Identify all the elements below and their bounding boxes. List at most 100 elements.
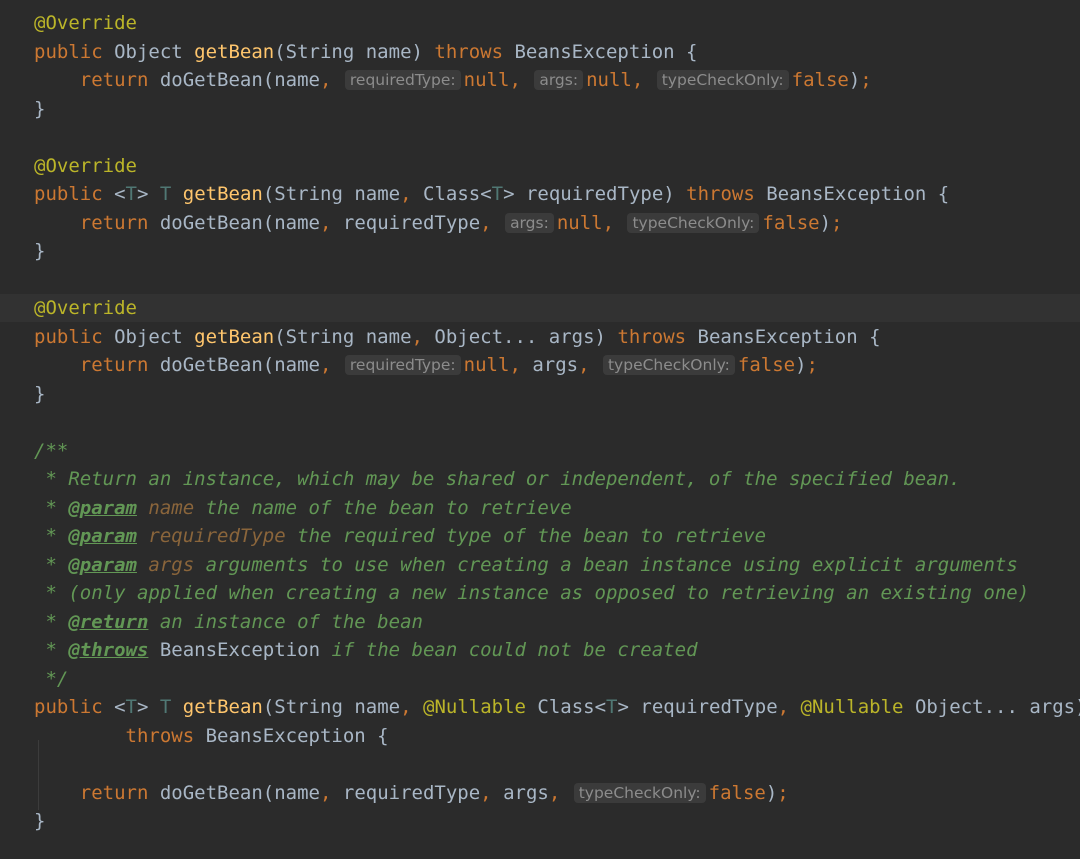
code-line[interactable]: @Override [0, 294, 1080, 322]
code-line[interactable]: return doGetBean(name, requiredType, arg… [0, 779, 1080, 807]
code-token: requiredType [136, 525, 286, 547]
code-token: Class< [537, 696, 607, 718]
code-line[interactable] [0, 266, 1080, 294]
code-token: , [602, 211, 626, 234]
code-token: BeansException { [697, 325, 881, 348]
code-token: , [777, 696, 801, 718]
code-token: args [532, 354, 579, 376]
code-token: doGetBean(name [159, 69, 320, 91]
code-token: } [34, 240, 46, 262]
code-line[interactable]: public Object getBean(String name) throw… [0, 38, 1080, 66]
code-line[interactable]: @Override [0, 9, 1080, 37]
code-line[interactable]: * @param args arguments to use when crea… [0, 551, 1080, 579]
code-line[interactable]: } [0, 95, 1080, 123]
code-token: , [509, 69, 533, 91]
code-line[interactable]: } [0, 237, 1080, 265]
code-line-text: return doGetBean(name, requiredType, arg… [34, 779, 789, 807]
code-token: the name of the bean to retrieve [194, 496, 572, 519]
code-line-text: @Override [34, 152, 137, 180]
code-token: * [34, 525, 69, 547]
code-token: the required type of the bean to retriev… [285, 525, 767, 547]
code-token: > requiredType) [503, 183, 687, 205]
code-token: * [34, 610, 69, 633]
code-line[interactable] [0, 408, 1080, 436]
parameter-hint: args: [534, 70, 584, 90]
code-token: return [34, 781, 160, 804]
code-line[interactable] [0, 123, 1080, 151]
code-line[interactable]: throws BeansException { [0, 722, 1080, 750]
code-token: , [480, 781, 504, 804]
code-line[interactable]: } [0, 807, 1080, 835]
code-token: Object [114, 40, 195, 63]
code-token: BeansException { [766, 183, 950, 205]
code-line-text: /** [34, 437, 68, 465]
code-line[interactable]: public <T> T getBean(String name, Class<… [0, 180, 1080, 208]
code-line[interactable]: public <T> T getBean(String name, @Nulla… [0, 693, 1080, 721]
code-line[interactable] [0, 750, 1080, 778]
code-token: * [34, 496, 69, 519]
code-token: , [480, 211, 504, 234]
code-token: , [548, 781, 572, 804]
code-token: (String name) [274, 40, 435, 63]
code-token: public [34, 325, 115, 348]
code-line[interactable]: } [0, 380, 1080, 408]
code-token: false [791, 69, 849, 91]
code-token: T [125, 696, 137, 718]
code-line[interactable]: return doGetBean(name, requiredType, arg… [0, 209, 1080, 237]
code-token: return [34, 69, 160, 91]
code-token: , [509, 354, 533, 376]
code-token: ) [765, 781, 778, 804]
code-line-text: * @return an instance of the bean [34, 608, 423, 636]
code-token: T [491, 183, 504, 205]
code-line[interactable]: */ [0, 665, 1080, 693]
code-token: * [34, 639, 69, 661]
code-line[interactable]: public Object getBean(String name, Objec… [0, 323, 1080, 351]
code-line[interactable]: /** [0, 437, 1080, 465]
code-line[interactable]: * (only applied when creating a new inst… [0, 579, 1080, 607]
code-line-text: * @param requiredType the required type … [34, 522, 766, 550]
code-token: throws [34, 724, 206, 747]
code-editor[interactable]: @Override public Object getBean(String na… [0, 0, 1080, 859]
code-token: requiredType [342, 211, 481, 234]
code-token: getBean [182, 183, 263, 205]
code-token: T [159, 183, 183, 205]
code-line[interactable]: * Return an instance, which may be share… [0, 465, 1080, 493]
code-line[interactable]: * @return an instance of the bean [0, 608, 1080, 636]
code-line-text: } [34, 95, 45, 123]
code-line[interactable]: @Override [0, 152, 1080, 180]
parameter-hint: typeCheckOnly: [656, 70, 789, 90]
code-token: T [606, 696, 618, 718]
code-token: @Nullable [800, 696, 915, 718]
code-line-text: } [34, 380, 45, 408]
code-token: Object [114, 325, 195, 348]
code-token: (String name [262, 696, 401, 718]
code-token: null [463, 69, 510, 91]
code-token: ) [819, 211, 832, 234]
code-line[interactable]: * @param requiredType the required type … [0, 522, 1080, 550]
code-token: , [578, 354, 601, 376]
code-token: false [737, 354, 796, 376]
code-line-text: @Override [34, 9, 137, 37]
code-token: getBean [182, 696, 263, 718]
code-token: throws [434, 40, 515, 63]
code-line[interactable]: return doGetBean(name, requiredType: null… [0, 66, 1080, 94]
code-token: @Override [34, 154, 137, 177]
code-token: throws [617, 325, 698, 348]
code-token: return [34, 211, 160, 234]
parameter-hint: typeCheckOnly: [627, 212, 760, 233]
code-token: > [136, 183, 160, 205]
code-token: ; [777, 781, 789, 804]
code-line-text: } [34, 237, 45, 265]
code-token: @param [68, 525, 137, 547]
code-token: , [400, 696, 424, 718]
code-line[interactable]: return doGetBean(name, requiredType: null… [0, 351, 1080, 379]
code-line-text: } [34, 807, 45, 835]
code-token: (String name [274, 325, 412, 348]
code-token: requiredType [342, 781, 481, 804]
code-token: > requiredType [617, 696, 778, 718]
code-token: (String name [262, 183, 401, 205]
code-line[interactable]: * @throws BeansException if the bean cou… [0, 636, 1080, 664]
code-token: } [34, 97, 46, 120]
code-token: doGetBean(name [159, 211, 320, 234]
code-line[interactable]: * @param name the name of the bean to re… [0, 494, 1080, 522]
